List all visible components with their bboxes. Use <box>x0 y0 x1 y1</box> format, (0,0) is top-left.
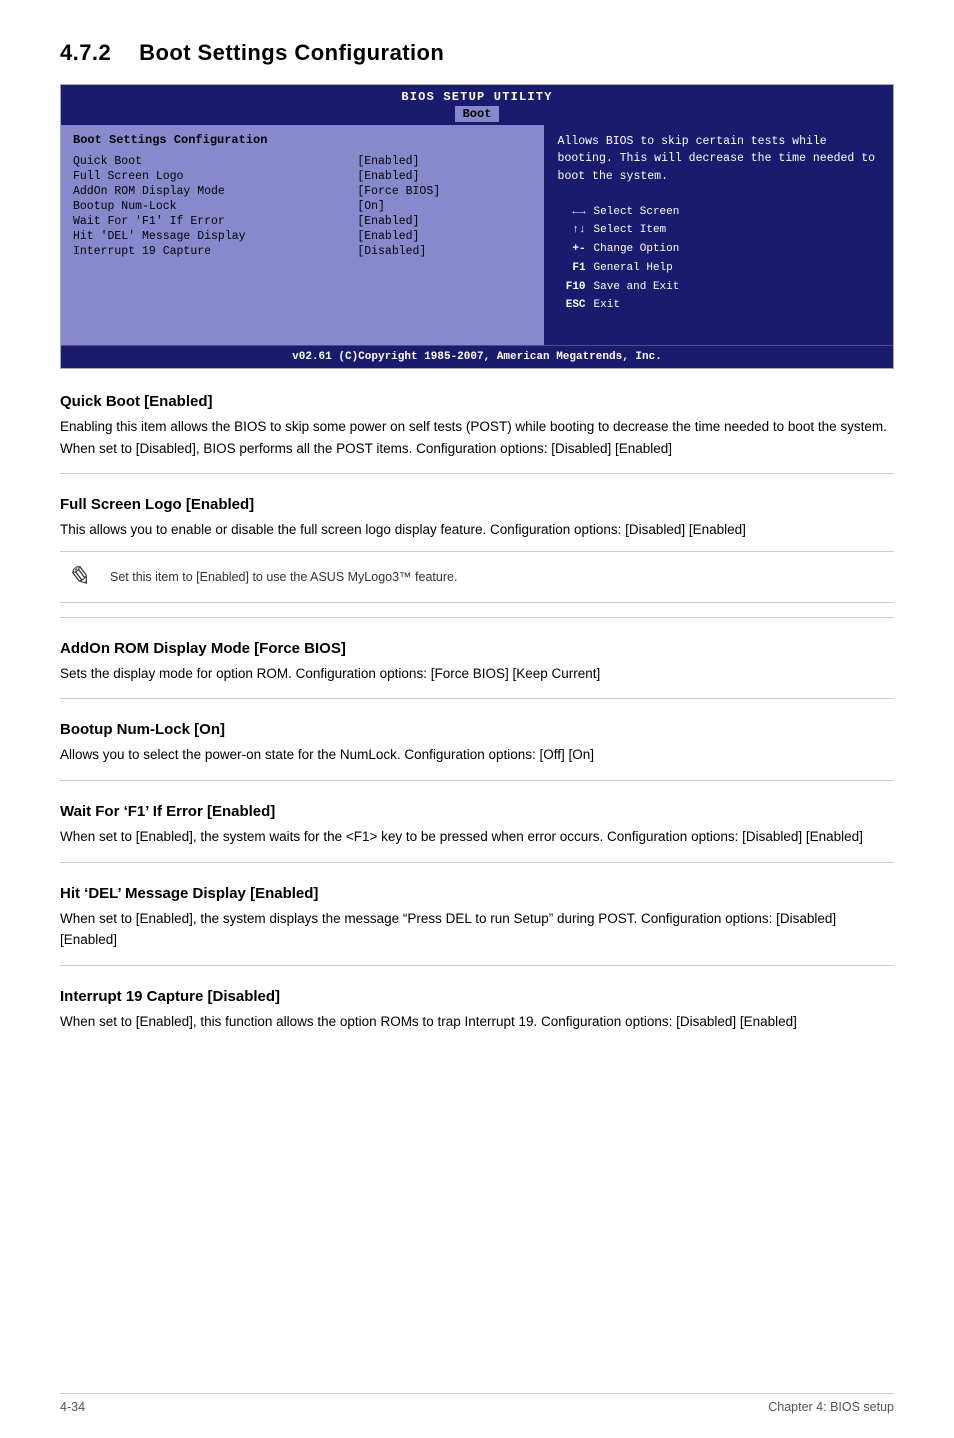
bios-active-tab: Boot <box>455 106 500 122</box>
bios-left-title: Boot Settings Configuration <box>73 133 532 147</box>
subsection-heading-bootup-numlock: Bootup Num-Lock [On] <box>60 721 894 738</box>
bios-key-row: ESC Exit <box>558 296 879 315</box>
bios-key-desc: Exit <box>594 296 879 315</box>
note-icon: ✎ <box>60 560 96 594</box>
bios-item-value: [On] <box>357 200 531 213</box>
subsection-full-screen-logo: Full Screen Logo [Enabled] This allows yo… <box>60 496 894 603</box>
section-divider <box>60 698 894 699</box>
bios-content: Boot Settings Configuration Quick Boot[E… <box>61 125 893 345</box>
bios-item-value: [Force BIOS] <box>357 185 531 198</box>
section-divider <box>60 862 894 863</box>
bios-key-desc: General Help <box>594 259 879 278</box>
bios-item-row: Interrupt 19 Capture[Disabled] <box>73 245 532 258</box>
section-divider <box>60 473 894 474</box>
bios-key-row: ←→ Select Screen <box>558 203 879 222</box>
bios-header: BIOS SETUP UTILITY <box>61 85 893 106</box>
section-divider <box>60 965 894 966</box>
bios-item-value: [Enabled] <box>357 215 531 228</box>
note-text: Set this item to [Enabled] to use the AS… <box>110 570 457 584</box>
subsection-heading-addon-rom: AddOn ROM Display Mode [Force BIOS] <box>60 640 894 657</box>
bios-item-row: Quick Boot[Enabled] <box>73 155 532 168</box>
subsection-body-quick-boot: Enabling this item allows the BIOS to sk… <box>60 416 894 459</box>
section-divider <box>60 780 894 781</box>
bios-item-label: Interrupt 19 Capture <box>73 245 357 258</box>
bios-item-row: Wait For 'F1' If Error[Enabled] <box>73 215 532 228</box>
subsection-addon-rom: AddOn ROM Display Mode [Force BIOS] Sets … <box>60 640 894 685</box>
bios-item-label: Wait For 'F1' If Error <box>73 215 357 228</box>
subsection-interrupt-19: Interrupt 19 Capture [Disabled] When set … <box>60 988 894 1033</box>
bios-key-desc: Select Screen <box>594 203 879 222</box>
bios-item-label: Quick Boot <box>73 155 357 168</box>
bios-key-row: F1 General Help <box>558 259 879 278</box>
subsection-heading-hit-del: Hit ‘DEL’ Message Display [Enabled] <box>60 885 894 902</box>
bios-item-label: AddOn ROM Display Mode <box>73 185 357 198</box>
footer-chapter: Chapter 4: BIOS setup <box>768 1400 894 1414</box>
bios-key-symbol: ESC <box>558 296 586 315</box>
subsections: Quick Boot [Enabled] Enabling this item a… <box>60 393 894 1032</box>
subsection-body-bootup-numlock: Allows you to select the power-on state … <box>60 744 894 766</box>
note-box: ✎ Set this item to [Enabled] to use the … <box>60 551 894 603</box>
section-number: 4.7.2 <box>60 40 111 65</box>
subsection-heading-full-screen-logo: Full Screen Logo [Enabled] <box>60 496 894 513</box>
bios-right-panel: Allows BIOS to skip certain tests while … <box>544 125 893 345</box>
bios-item-value: [Disabled] <box>357 245 531 258</box>
subsection-heading-quick-boot: Quick Boot [Enabled] <box>60 393 894 410</box>
bios-item-value: [Enabled] <box>357 170 531 183</box>
bios-key-symbol: ←→ <box>558 203 586 222</box>
bios-item-value: [Enabled] <box>357 155 531 168</box>
bios-items-list: Quick Boot[Enabled]Full Screen Logo[Enab… <box>73 155 532 258</box>
subsection-heading-wait-f1: Wait For ‘F1’ If Error [Enabled] <box>60 803 894 820</box>
bios-item-row: AddOn ROM Display Mode[Force BIOS] <box>73 185 532 198</box>
section-heading-text: Boot Settings Configuration <box>139 40 444 65</box>
bios-item-row: Bootup Num-Lock[On] <box>73 200 532 213</box>
bios-item-label: Hit 'DEL' Message Display <box>73 230 357 243</box>
page-footer: 4-34 Chapter 4: BIOS setup <box>60 1393 894 1414</box>
subsection-hit-del: Hit ‘DEL’ Message Display [Enabled] When … <box>60 885 894 951</box>
subsection-body-addon-rom: Sets the display mode for option ROM. Co… <box>60 663 894 685</box>
bios-key-symbol: F10 <box>558 278 586 297</box>
footer-page-number: 4-34 <box>60 1400 85 1414</box>
section-title: 4.7.2 Boot Settings Configuration <box>60 40 894 66</box>
bios-screenshot: BIOS SETUP UTILITY Boot Boot Settings Co… <box>60 84 894 369</box>
bios-item-row: Full Screen Logo[Enabled] <box>73 170 532 183</box>
bios-item-label: Bootup Num-Lock <box>73 200 357 213</box>
section-divider <box>60 617 894 618</box>
bios-keys: ←→ Select Screen ↑↓ Select Item +- Change Opt… <box>558 203 879 315</box>
bios-key-desc: Change Option <box>594 240 879 259</box>
subsection-wait-f1: Wait For ‘F1’ If Error [Enabled] When set… <box>60 803 894 848</box>
subsection-bootup-numlock: Bootup Num-Lock [On] Allows you to select… <box>60 721 894 766</box>
bios-left-panel: Boot Settings Configuration Quick Boot[E… <box>61 125 544 345</box>
bios-key-row: F10 Save and Exit <box>558 278 879 297</box>
bios-key-desc: Save and Exit <box>594 278 879 297</box>
bios-key-row: +- Change Option <box>558 240 879 259</box>
bios-key-symbol: +- <box>558 240 586 259</box>
bios-help-text: Allows BIOS to skip certain tests while … <box>558 133 879 185</box>
subsection-body-interrupt-19: When set to [Enabled], this function all… <box>60 1011 894 1033</box>
subsection-body-hit-del: When set to [Enabled], the system displa… <box>60 908 894 951</box>
subsection-body-wait-f1: When set to [Enabled], the system waits … <box>60 826 894 848</box>
bios-key-desc: Select Item <box>594 221 879 240</box>
bios-item-label: Full Screen Logo <box>73 170 357 183</box>
bios-item-row: Hit 'DEL' Message Display[Enabled] <box>73 230 532 243</box>
subsection-quick-boot: Quick Boot [Enabled] Enabling this item a… <box>60 393 894 459</box>
subsection-heading-interrupt-19: Interrupt 19 Capture [Disabled] <box>60 988 894 1005</box>
bios-key-symbol: ↑↓ <box>558 221 586 240</box>
bios-footer: v02.61 (C)Copyright 1985-2007, American … <box>61 345 893 368</box>
bios-tab-row: Boot <box>61 106 893 125</box>
subsection-body-full-screen-logo: This allows you to enable or disable the… <box>60 519 894 541</box>
bios-key-row: ↑↓ Select Item <box>558 221 879 240</box>
bios-key-symbol: F1 <box>558 259 586 278</box>
bios-item-value: [Enabled] <box>357 230 531 243</box>
